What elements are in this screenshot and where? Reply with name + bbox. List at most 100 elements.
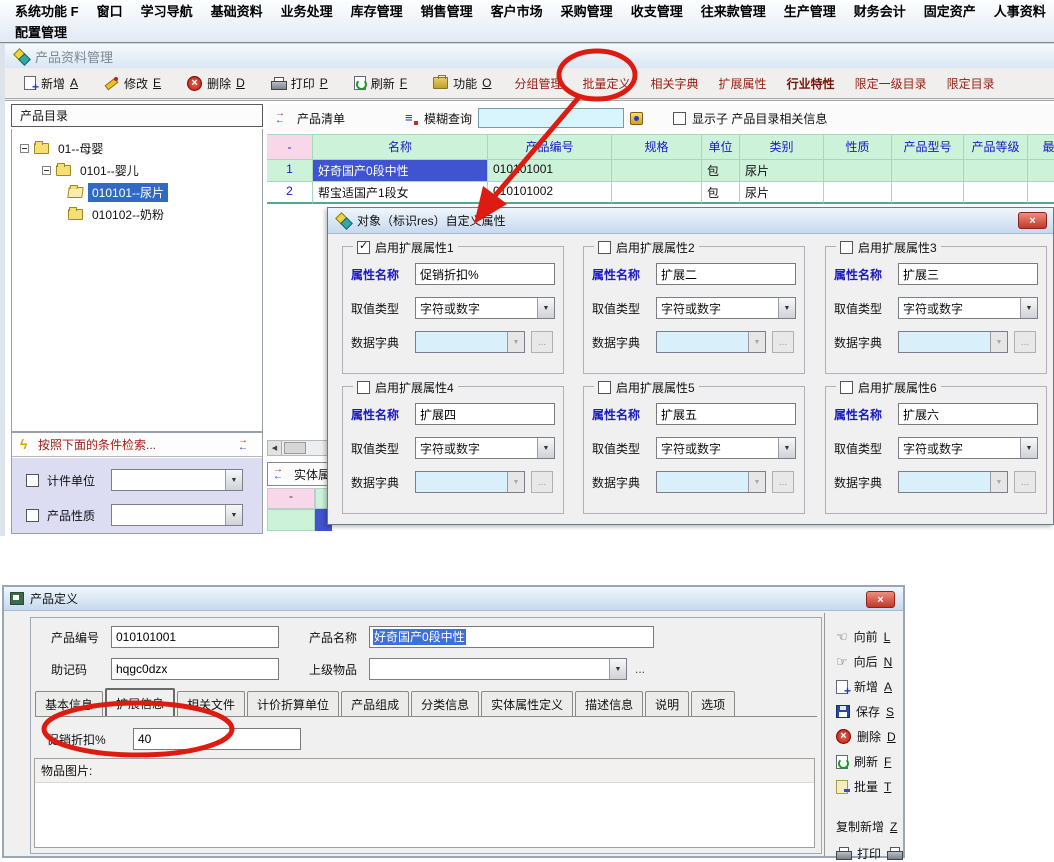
value-type-select[interactable]: 字符或数字 ▼: [656, 437, 796, 459]
enable-checkbox[interactable]: [598, 241, 611, 254]
attr-name-input[interactable]: [656, 403, 796, 425]
col-index[interactable]: -: [267, 134, 313, 160]
attr-name-input[interactable]: [415, 403, 555, 425]
toolbar-delete-button[interactable]: 删除D: [178, 73, 254, 94]
scrollbar-thumb[interactable]: [284, 442, 306, 454]
table-row[interactable]: 1 好奇国产0段中性 010101001 包 尿片: [267, 160, 1054, 182]
tab-related-files[interactable]: 相关文件: [177, 691, 245, 716]
tab-options[interactable]: 选项: [691, 691, 735, 716]
chevron-down-icon[interactable]: ▼: [778, 438, 795, 458]
nature-filter-select[interactable]: ▼: [111, 504, 243, 526]
col-code[interactable]: 产品编号: [488, 134, 612, 160]
find-icon[interactable]: [630, 112, 643, 125]
chevron-down-icon[interactable]: ▼: [1020, 298, 1037, 318]
chevron-down-icon[interactable]: ▼: [225, 505, 242, 525]
attr-name-input[interactable]: [415, 263, 555, 285]
tab-description[interactable]: 描述信息: [575, 691, 643, 716]
menu-business[interactable]: 业务处理: [272, 1, 342, 20]
menu-ar-ap[interactable]: 往来款管理: [692, 1, 775, 20]
tab-composition[interactable]: 产品组成: [341, 691, 409, 716]
menu-config[interactable]: 配置管理: [6, 22, 76, 41]
enable-checkbox[interactable]: [357, 381, 370, 394]
col-model[interactable]: 产品型号: [892, 134, 964, 160]
menu-finance[interactable]: 财务会计: [845, 1, 915, 20]
name-field[interactable]: 好奇国产0段中性: [369, 626, 654, 648]
value-type-select[interactable]: 字符或数字 ▼: [656, 297, 796, 319]
refresh-button[interactable]: 刷新 F: [836, 753, 891, 770]
toolbar-link-extended-attrs[interactable]: 扩展属性: [713, 75, 773, 92]
browse-button[interactable]: ...: [635, 662, 645, 676]
menu-window[interactable]: 窗口: [88, 1, 132, 20]
menu-fixed-assets[interactable]: 固定资产: [915, 1, 985, 20]
col-nature[interactable]: 性质: [824, 134, 892, 160]
value-type-select[interactable]: 字符或数字 ▼: [415, 437, 555, 459]
col-category[interactable]: 类别: [740, 134, 824, 160]
toolbar-link-related-dict[interactable]: 相关字典: [645, 75, 705, 92]
tree-item-0101[interactable]: 0101--婴儿: [12, 159, 262, 181]
toolbar-link-limit-catalog[interactable]: 限定目录: [941, 75, 1001, 92]
tree-item-label[interactable]: 01--母婴: [54, 139, 107, 158]
menu-sales[interactable]: 销售管理: [412, 1, 482, 20]
menu-system[interactable]: 系统功能 F: [6, 1, 88, 20]
tree-item-label[interactable]: 010102--奶粉: [88, 205, 168, 224]
discount-input[interactable]: [133, 728, 301, 750]
cell-name-selected[interactable]: 好奇国产0段中性: [313, 160, 488, 182]
chevron-down-icon[interactable]: ▼: [537, 298, 554, 318]
toolbar-edit-button[interactable]: 修改E: [95, 73, 170, 94]
tab-pricing-units[interactable]: 计价折算单位: [247, 691, 339, 716]
col-name[interactable]: 名称: [313, 134, 488, 160]
chevron-down-icon[interactable]: ▼: [778, 298, 795, 318]
chevron-down-icon[interactable]: ▼: [609, 659, 626, 679]
menu-learning[interactable]: 学习导航: [132, 1, 202, 20]
table-row[interactable]: 2 帮宝适国产1段女 010101002 包 尿片: [267, 182, 1054, 204]
unit-checkbox[interactable]: [26, 474, 39, 487]
delete-button[interactable]: 删除 D: [836, 728, 896, 745]
chevron-down-icon[interactable]: ▼: [537, 438, 554, 458]
enable-checkbox[interactable]: [598, 381, 611, 394]
tab-entity-attrs[interactable]: 实体属性定义: [481, 691, 573, 716]
attr-name-input[interactable]: [898, 403, 1038, 425]
tree-item-01[interactable]: 01--母婴: [12, 137, 262, 159]
enable-checkbox[interactable]: [840, 381, 853, 394]
menu-basedata[interactable]: 基础资料: [202, 1, 272, 20]
attr-name-input[interactable]: [656, 263, 796, 285]
menu-production[interactable]: 生产管理: [775, 1, 845, 20]
close-icon[interactable]: ×: [1018, 212, 1047, 229]
toolbar-print-button[interactable]: 打印P: [262, 73, 337, 94]
transfer-icon[interactable]: [275, 111, 291, 125]
toolbar-function-button[interactable]: 功能O: [424, 73, 500, 94]
tab-notes[interactable]: 说明: [645, 691, 689, 716]
tree-item-010102[interactable]: 010102--奶粉: [12, 203, 262, 225]
col-max-price[interactable]: 最高进: [1028, 134, 1054, 160]
mnemonic-field[interactable]: [111, 658, 279, 680]
tree-item-010101[interactable]: 010101--尿片: [12, 181, 262, 203]
next-button[interactable]: ☞ 向后 N: [836, 653, 892, 670]
tree-item-label-selected[interactable]: 010101--尿片: [88, 183, 168, 202]
tree-item-label[interactable]: 0101--婴儿: [76, 161, 143, 180]
prev-button[interactable]: ☜ 向前 L: [836, 628, 890, 645]
unit-filter-select[interactable]: ▼: [111, 469, 243, 491]
toolbar-refresh-button[interactable]: 刷新F: [345, 73, 416, 94]
print-button[interactable]: 打印: [836, 845, 902, 862]
col-unit[interactable]: 单位: [702, 134, 740, 160]
col-grade[interactable]: 产品等级: [964, 134, 1028, 160]
tab-classification[interactable]: 分类信息: [411, 691, 479, 716]
menu-payments[interactable]: 收支管理: [622, 1, 692, 20]
menu-customer[interactable]: 客户市场: [482, 1, 552, 20]
tree-expander-icon[interactable]: [42, 166, 51, 175]
nature-checkbox[interactable]: [26, 509, 39, 522]
chevron-down-icon[interactable]: ▼: [1020, 438, 1037, 458]
toolbar-link-limit-top-catalog[interactable]: 限定一级目录: [849, 75, 933, 92]
tree-expander-icon[interactable]: [20, 144, 29, 153]
batch-button[interactable]: 批量 T: [836, 778, 891, 795]
fuzzy-query-input[interactable]: [478, 108, 624, 128]
chevron-down-icon[interactable]: ▼: [225, 470, 242, 490]
toolbar-link-industry-features[interactable]: 行业特性: [781, 75, 841, 92]
toolbar-new-button[interactable]: 新增A: [15, 73, 87, 94]
attr-name-input[interactable]: [898, 263, 1038, 285]
tab-basic-info[interactable]: 基本信息: [35, 691, 103, 716]
menu-inventory[interactable]: 库存管理: [342, 1, 412, 20]
enable-checkbox[interactable]: [357, 241, 370, 254]
show-children-checkbox[interactable]: [673, 112, 686, 125]
transfer-icon[interactable]: [273, 467, 289, 481]
